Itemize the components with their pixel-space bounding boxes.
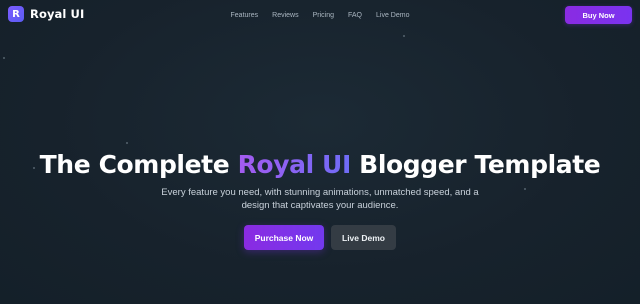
nav-item-features[interactable]: Features (231, 12, 259, 19)
cta-row: Purchase Now Live Demo (0, 225, 640, 250)
hero-title-before: The Complete (39, 150, 238, 179)
live-demo-button[interactable]: Live Demo (331, 225, 396, 250)
background-star (3, 57, 5, 59)
logo-mark-icon: R (8, 6, 24, 22)
background-star (126, 142, 128, 144)
brand-name: Royal UI (30, 7, 85, 21)
site-header: R Royal UI Features Reviews Pricing FAQ … (0, 0, 640, 32)
hero-subtitle: Every feature you need, with stunning an… (161, 187, 479, 211)
landing-page: R Royal UI Features Reviews Pricing FAQ … (0, 0, 640, 304)
buy-now-button[interactable]: Buy Now (565, 6, 632, 24)
hero-title: The Complete Royal UI Blogger Template (0, 148, 640, 182)
nav-item-faq[interactable]: FAQ (348, 12, 362, 19)
main-nav: Features Reviews Pricing FAQ Live Demo (0, 0, 640, 30)
nav-item-live-demo[interactable]: Live Demo (376, 12, 409, 19)
nav-item-pricing[interactable]: Pricing (313, 12, 334, 19)
hero-section: The Complete Royal UI Blogger Template E… (0, 148, 640, 250)
purchase-now-button[interactable]: Purchase Now (244, 225, 324, 250)
background-star (403, 35, 405, 37)
hero-title-accent: Royal UI (237, 150, 352, 179)
nav-item-reviews[interactable]: Reviews (272, 12, 298, 19)
brand-logo[interactable]: R Royal UI (8, 6, 84, 22)
hero-title-after: Blogger Template (350, 150, 601, 179)
